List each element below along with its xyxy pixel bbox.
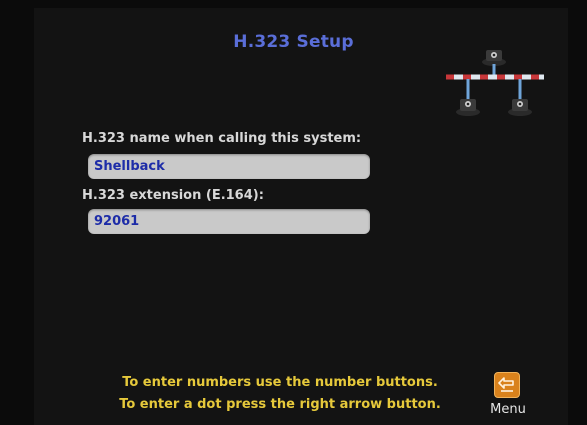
h323-name-field[interactable]: Shellback <box>88 154 370 179</box>
h323-name-label: H.323 name when calling this system: <box>82 131 362 146</box>
menu-label: Menu <box>490 402 526 417</box>
hint-line-dot: To enter a dot press the right arrow but… <box>119 397 441 412</box>
h323-extension-label: H.323 extension (E.164): <box>82 188 264 203</box>
menu-back-arrow-icon <box>494 372 520 398</box>
h323-name-value: Shellback <box>94 159 165 174</box>
hint-line-numbers: To enter numbers use the number buttons. <box>122 375 438 390</box>
h323-extension-field[interactable]: 92061 <box>88 209 370 234</box>
h323-network-icon <box>446 50 544 116</box>
menu-button[interactable]: Menu <box>486 370 530 420</box>
h323-setup-screen: H.323 Setup H.323 name when calling this… <box>0 0 587 425</box>
h323-extension-value: 92061 <box>94 214 140 229</box>
